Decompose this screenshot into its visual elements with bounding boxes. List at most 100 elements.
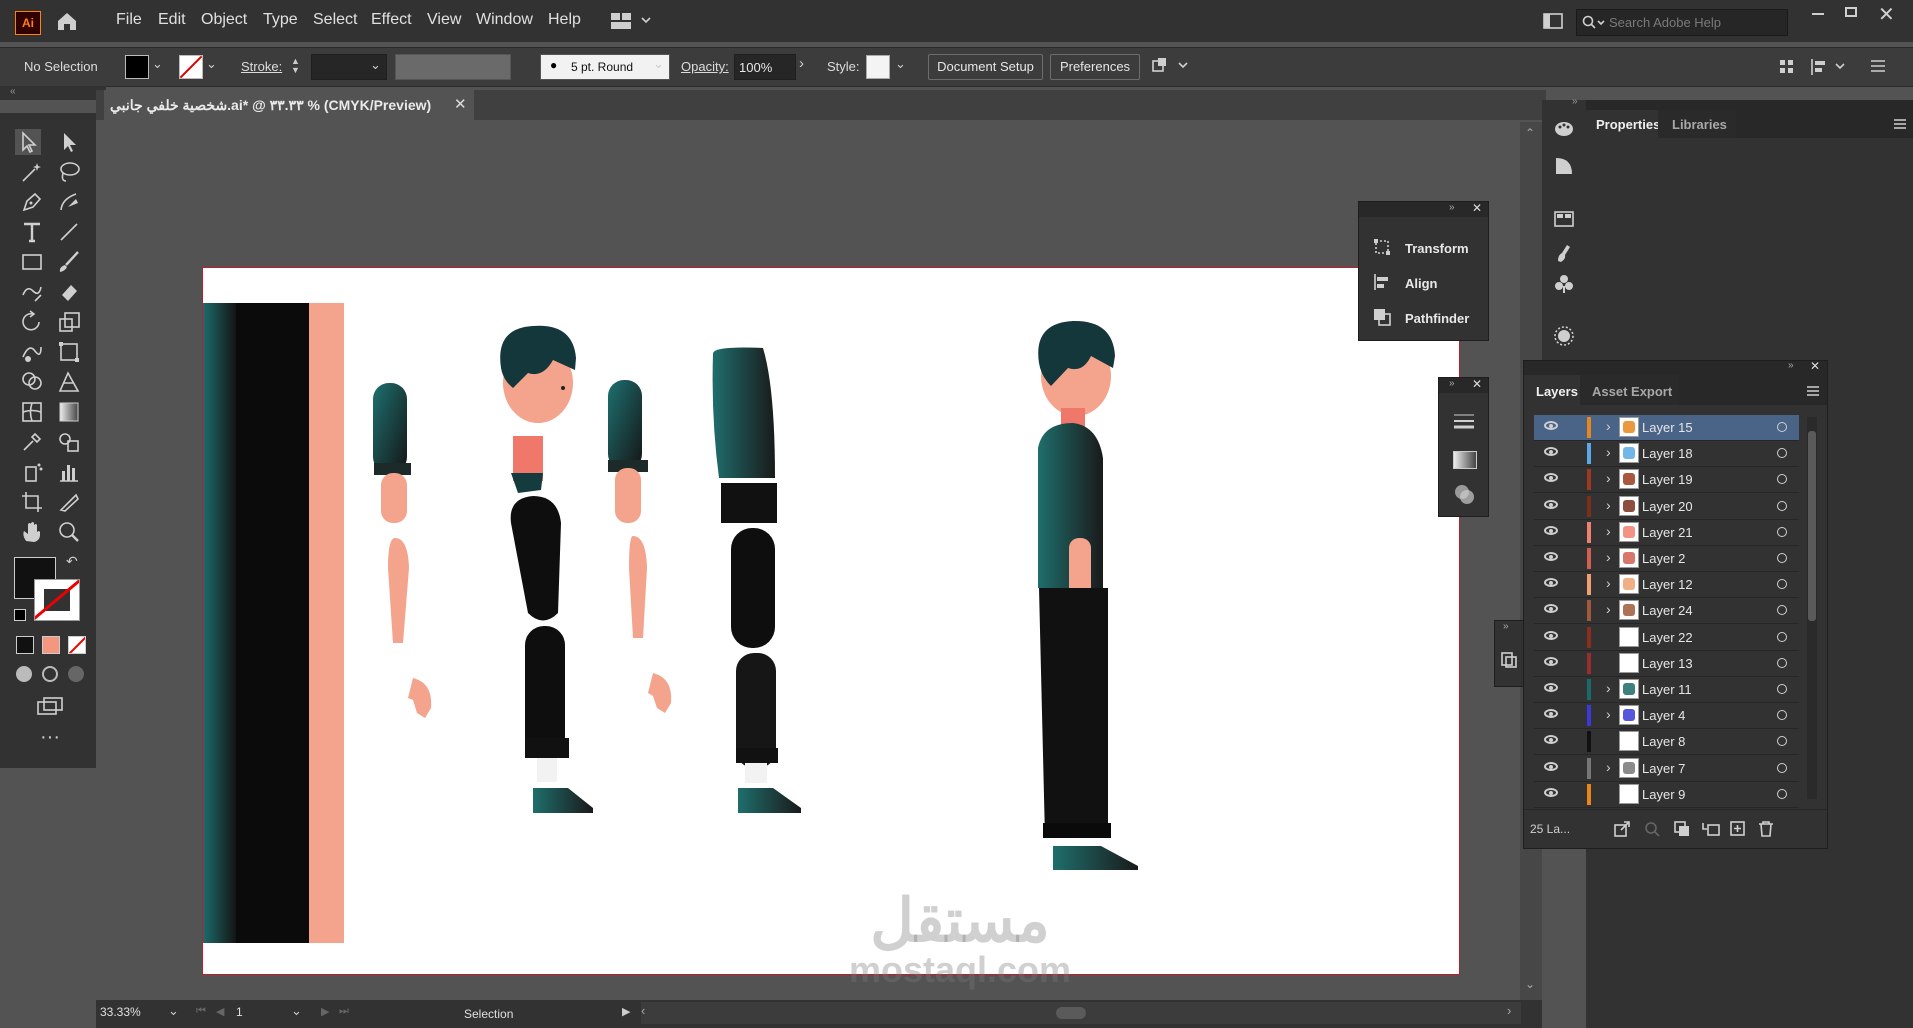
shape-builder-tool[interactable] xyxy=(19,369,45,395)
artboard-tool[interactable] xyxy=(19,489,45,515)
brush-definition[interactable]: ● 5 pt. Round xyxy=(540,54,670,80)
gradient-panel-icon[interactable] xyxy=(1453,451,1477,469)
document-setup-button[interactable]: Document Setup xyxy=(928,54,1043,80)
fill-swatch[interactable] xyxy=(125,55,149,79)
visibility-eye-icon[interactable] xyxy=(1544,578,1558,588)
layer-row[interactable]: Layer 13 xyxy=(1534,651,1799,677)
color-palette-icon[interactable] xyxy=(1553,118,1575,140)
menu-edit[interactable]: Edit xyxy=(158,11,186,29)
target-circle-icon[interactable] xyxy=(1777,579,1787,590)
expand-chevron-icon[interactable]: › xyxy=(1606,418,1611,434)
layer-row[interactable]: › Layer 21 xyxy=(1534,520,1799,546)
chevron-down-icon[interactable]: ⌄ xyxy=(152,56,163,72)
type-tool[interactable] xyxy=(19,219,45,245)
horizontal-scrollbar[interactable]: ‹ › xyxy=(641,1002,1521,1024)
lasso-tool[interactable] xyxy=(56,159,82,185)
layer-row[interactable]: › Layer 7 xyxy=(1534,756,1799,782)
zoom-field[interactable]: 33.33% xyxy=(100,1004,166,1024)
lock-toggle[interactable] xyxy=(1566,418,1580,436)
direct-selection-tool[interactable] xyxy=(56,129,82,155)
perspective-grid-tool[interactable] xyxy=(56,369,82,395)
tab-properties[interactable]: Properties xyxy=(1586,110,1660,140)
slice-tool[interactable] xyxy=(56,489,82,515)
expand-chevron-icon[interactable]: › xyxy=(1606,549,1611,565)
target-circle-icon[interactable] xyxy=(1777,710,1787,721)
layer-row[interactable]: Layer 9 xyxy=(1534,782,1799,808)
chevron-left-icon[interactable]: ‹ xyxy=(641,1003,645,1018)
lock-toggle[interactable] xyxy=(1566,732,1580,750)
close-icon[interactable]: ✕ xyxy=(1472,201,1482,215)
none-mode-button[interactable] xyxy=(68,636,86,654)
opacity-field[interactable]: 100% xyxy=(734,54,796,80)
lock-toggle[interactable] xyxy=(1566,575,1580,593)
chevron-down-icon[interactable]: ⌄ xyxy=(653,56,664,72)
menu-effect[interactable]: Effect xyxy=(371,11,412,29)
next-artboard-icon[interactable]: ▶ xyxy=(321,1005,329,1018)
pathfinder-item[interactable]: Pathfinder xyxy=(1405,311,1469,326)
tab-layers[interactable]: Layers xyxy=(1524,375,1580,405)
scrollbar-thumb[interactable] xyxy=(1808,431,1816,621)
swap-colors-icon[interactable]: ↶ xyxy=(66,553,78,570)
warp-tool[interactable] xyxy=(19,339,45,365)
mesh-tool[interactable] xyxy=(19,399,45,425)
chevron-up-icon[interactable]: ⌃ xyxy=(1525,126,1535,140)
target-circle-icon[interactable] xyxy=(1777,736,1787,747)
new-layer-icon[interactable] xyxy=(1730,821,1746,837)
lock-toggle[interactable] xyxy=(1566,628,1580,646)
lock-toggle[interactable] xyxy=(1566,680,1580,698)
zoom-tool[interactable] xyxy=(56,519,82,545)
distribute-icon[interactable] xyxy=(1810,57,1850,77)
target-circle-icon[interactable] xyxy=(1777,474,1787,485)
lock-toggle[interactable] xyxy=(1566,601,1580,619)
visibility-eye-icon[interactable] xyxy=(1544,787,1558,797)
layer-row[interactable]: › Layer 18 xyxy=(1534,441,1799,468)
clipping-mask-icon[interactable] xyxy=(1674,821,1690,837)
prev-artboard-icon[interactable]: ◀ xyxy=(216,1005,224,1018)
visibility-eye-icon[interactable] xyxy=(1544,421,1558,430)
expand-chevron-icon[interactable]: › xyxy=(1606,523,1611,539)
chevron-down-icon[interactable]: ⌄ xyxy=(168,1003,179,1019)
layer-row[interactable]: › Layer 2 xyxy=(1534,546,1799,572)
artboard[interactable] xyxy=(203,268,1459,974)
expand-chevron-icon[interactable]: › xyxy=(1606,759,1611,775)
menu-select[interactable]: Select xyxy=(313,11,357,29)
visibility-eye-icon[interactable] xyxy=(1544,473,1558,483)
arrange-documents-icon[interactable] xyxy=(1542,12,1564,30)
visibility-eye-icon[interactable] xyxy=(1544,735,1558,745)
transform-item[interactable]: Transform xyxy=(1405,241,1469,256)
collapse-icon[interactable]: » xyxy=(1572,96,1578,107)
visibility-eye-icon[interactable] xyxy=(1544,552,1558,561)
lock-toggle[interactable] xyxy=(1566,523,1580,541)
magic-wand-tool[interactable] xyxy=(19,159,45,185)
layer-list-scrollbar[interactable] xyxy=(1807,417,1817,799)
target-circle-icon[interactable] xyxy=(1777,788,1787,799)
screen-mode-icon[interactable] xyxy=(36,696,64,716)
close-icon[interactable]: ✕ xyxy=(1472,377,1482,391)
minimize-button[interactable] xyxy=(1812,13,1824,15)
draw-behind-icon[interactable] xyxy=(42,666,58,682)
layer-row[interactable]: › Layer 15 xyxy=(1534,415,1799,441)
last-artboard-icon[interactable]: ⏭ xyxy=(339,1005,349,1018)
symbol-sprayer-tool[interactable] xyxy=(19,459,45,485)
target-circle-icon[interactable] xyxy=(1777,500,1787,511)
appearance-icon[interactable] xyxy=(1553,325,1575,347)
stroke-weight-field[interactable]: ⌄ xyxy=(311,54,387,80)
draw-normal-icon[interactable] xyxy=(16,666,32,682)
color-mode-button[interactable] xyxy=(16,636,34,654)
target-circle-icon[interactable] xyxy=(1777,684,1787,694)
scrollbar-thumb[interactable] xyxy=(1056,1007,1086,1019)
lock-toggle[interactable] xyxy=(1566,654,1580,672)
scale-tool[interactable] xyxy=(56,309,82,335)
expand-chevron-icon[interactable]: › xyxy=(1606,601,1611,617)
lock-toggle[interactable] xyxy=(1566,549,1580,567)
more-tools-icon[interactable]: ··· xyxy=(40,726,60,749)
expand-chevron-icon[interactable]: › xyxy=(1606,470,1611,486)
visibility-eye-icon[interactable] xyxy=(1544,525,1558,535)
layer-row[interactable]: › Layer 19 xyxy=(1534,467,1799,494)
eyedropper-tool[interactable] xyxy=(19,429,45,455)
variable-width-profile[interactable] xyxy=(395,54,511,80)
target-circle-icon[interactable] xyxy=(1777,422,1787,432)
first-artboard-icon[interactable]: ⏮ xyxy=(196,1005,206,1018)
expand-chevron-icon[interactable]: › xyxy=(1606,706,1611,722)
locate-object-icon[interactable] xyxy=(1644,821,1660,837)
